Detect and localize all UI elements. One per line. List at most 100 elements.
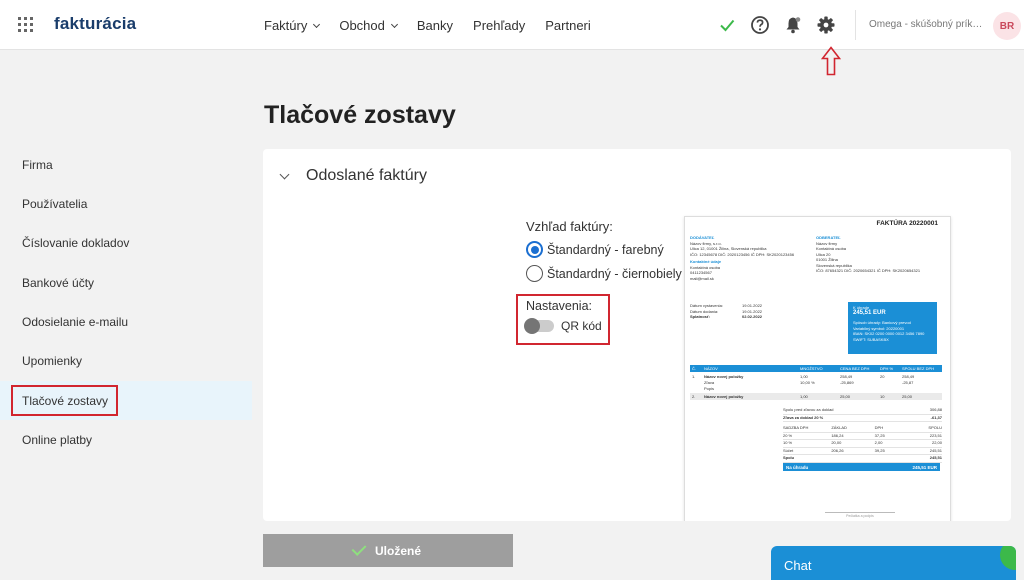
column-header: CENA BEZ DPH (840, 366, 870, 371)
nav-label: Obchod (339, 18, 385, 33)
app-logo[interactable]: fakturácia (54, 14, 136, 34)
summary-value: 306,88 (929, 407, 942, 412)
vat-cell (831, 455, 871, 462)
top-icons (716, 14, 848, 36)
check-icon[interactable] (716, 14, 738, 36)
payment-line: IBAN: SK02 0200 0000 0012 3456 7890 (853, 331, 925, 336)
nav-label: Banky (416, 18, 454, 33)
sidebar-item-label: Tlačové zostavy (11, 384, 119, 416)
vat-header: ZÁKLAD (831, 425, 847, 430)
summary-block: Spolu pred zľavou za doklad 306,88 Zľava … (783, 407, 942, 463)
sidebar-item-upomienky[interactable]: Upomienky (0, 341, 252, 380)
sidebar-item-cislovanie-dokladov[interactable]: Číslovanie dokladov (0, 224, 252, 263)
sidebar-item-firma[interactable]: Firma (0, 145, 252, 184)
column-header: SPOLU BEZ DPH (902, 366, 935, 371)
payment-box: K úhrade 245,51 EUR Spôsob úhrady: Banko… (848, 302, 937, 354)
vat-cell: 37,25 (874, 432, 885, 438)
vat-cell: 39,25 (874, 447, 885, 453)
cell: 10 (880, 394, 885, 399)
toggle-knob (524, 318, 540, 334)
section-title: Odoslané faktúry (306, 167, 427, 184)
avatar[interactable]: BR (993, 12, 1021, 40)
nav-item-obchod[interactable]: Obchod (339, 18, 398, 33)
sidebar-item-online-platby[interactable]: Online platby (0, 420, 252, 459)
main-nav: Faktúry Obchod Banky Prehľady Partneri (264, 18, 611, 33)
print-settings-card: Odoslané faktúry Vzhľad faktúry: Štandar… (263, 149, 1011, 521)
radio-selected[interactable] (526, 241, 543, 258)
radio-unselected[interactable] (526, 265, 543, 282)
vat-cell: 186,24 (831, 432, 844, 438)
chevron-down-icon (390, 20, 398, 28)
vat-row: 20 % 186,24 37,25 223,51 (783, 432, 942, 440)
total-value: 245,51 EUR (912, 464, 937, 470)
section-header-odoslane-faktury[interactable]: Odoslané faktúry (279, 167, 427, 185)
company-name[interactable]: Omega - skúšobný príklad (869, 19, 984, 30)
vat-header-row: SADZBA DPH ZÁKLAD DPH SPOLU (783, 425, 942, 433)
invoice-appearance-options: Vzhľad faktúry: Štandardný - farebný Šta… (526, 219, 682, 282)
summary-row: Spolu pred zľavou za doklad 306,88 (783, 407, 942, 415)
cell: Popis (704, 386, 715, 391)
chat-status-indicator (1000, 546, 1016, 570)
gear-icon[interactable] (815, 14, 837, 36)
sidebar-item-bankove-ucty[interactable]: Bankové účty (0, 263, 252, 302)
supplier-line: IČO: 12345678 DIČ: 2020123456 IČ DPH: SK… (690, 251, 795, 257)
cell: 25,00 (840, 394, 851, 399)
nav-item-prehlady[interactable]: Prehľady (473, 18, 525, 33)
save-button-label: Uložené (374, 543, 421, 558)
vat-header: DPH (874, 425, 884, 430)
check-icon (351, 541, 367, 556)
sidebar-item-pouzivatelia[interactable]: Používatelia (0, 184, 252, 223)
sidebar-item-tlacove-zostavy[interactable]: Tlačové zostavy (0, 380, 252, 421)
vat-row: Súčet 206,26 39,25 245,51 (783, 447, 942, 455)
page-title: Tlačové zostavy (264, 101, 456, 129)
cell: Názov novej položky (704, 394, 744, 399)
vat-cell: 245,51 (929, 447, 942, 453)
cell: 1,00 (800, 394, 808, 399)
column-header: NÁZOV (704, 366, 718, 371)
summary-key: Zľava za doklad 20 % (783, 414, 824, 420)
summary-value: -61,37 (930, 414, 942, 420)
settings-label: Nastavenia: (526, 299, 593, 313)
chevron-down-icon (313, 20, 321, 28)
qr-code-label: QR kód (561, 319, 602, 333)
vat-cell: 10 % (783, 440, 793, 445)
invoice-title: FAKTÚRA 20220001 (876, 220, 938, 227)
nav-item-partneri[interactable]: Partneri (545, 18, 591, 33)
app-grid-icon[interactable] (18, 17, 33, 32)
supplier-block: DODÁVATEĽ Názov firmy, s.r.o. Ulica 12, … (690, 235, 820, 281)
radio-label: Štandardný - čiernobiely (547, 266, 682, 281)
arrow-up-annotation-icon (821, 46, 841, 76)
nav-item-banky[interactable]: Banky (417, 18, 453, 33)
sidebar-item-odosielanie-emailu[interactable]: Odosielanie e-mailu (0, 302, 252, 341)
dates-block: Dátum vystavenia: 19.01.2022 Dátum dodani… (690, 303, 780, 320)
total-label: Na úhradu (786, 464, 809, 470)
settings-group: Nastavenia: QR kód (516, 294, 610, 345)
column-header: MNOŽSTVO (800, 366, 823, 371)
table-header: Č. NÁZOV MNOŽSTVO CENA BEZ DPH DPH % SPO… (690, 365, 942, 372)
vat-cell: 22,00 (931, 440, 942, 445)
nav-item-faktury[interactable]: Faktúry (264, 18, 321, 33)
nav-label: Faktúry (264, 18, 308, 33)
radio-standard-color[interactable]: Štandardný - farebný (526, 241, 682, 258)
bell-icon[interactable] (782, 14, 804, 36)
vat-cell: 206,26 (831, 447, 844, 453)
customer-block: ODBERATEĽ Názov firmy Kontaktná osoba Ul… (816, 235, 946, 274)
radio-standard-bw[interactable]: Štandardný - čiernobiely (526, 265, 682, 282)
vat-header: SPOLU (928, 425, 942, 430)
customer-line: IČO: 87654321 DIČ: 2020654321 IČ DPH: SK… (816, 268, 921, 273)
save-button[interactable]: Uložené (263, 534, 513, 567)
qr-code-toggle[interactable] (524, 318, 554, 334)
chat-widget[interactable]: Chat (771, 546, 1016, 580)
date-value: 02.02.2022 (742, 314, 763, 319)
cell: 25,00 (902, 394, 913, 399)
summary-row: Zľava za doklad 20 % -61,37 (783, 414, 942, 422)
date-row: Splatnosť: 02.02.2022 (690, 314, 780, 320)
column-header: DPH % (880, 366, 894, 371)
invoice-preview: FAKTÚRA 20220001 DODÁVATEĽ Názov firmy, … (684, 216, 951, 521)
vat-cell: 2,00 (874, 440, 883, 445)
vat-row: 10 % 20,00 2,00 22,00 (783, 440, 942, 448)
summary-key: Spolu pred zľavou za doklad (783, 407, 834, 412)
payment-line: SWIFT: SUBASKBX (853, 336, 889, 342)
table-row: Popis (690, 385, 942, 392)
help-icon[interactable] (749, 14, 771, 36)
